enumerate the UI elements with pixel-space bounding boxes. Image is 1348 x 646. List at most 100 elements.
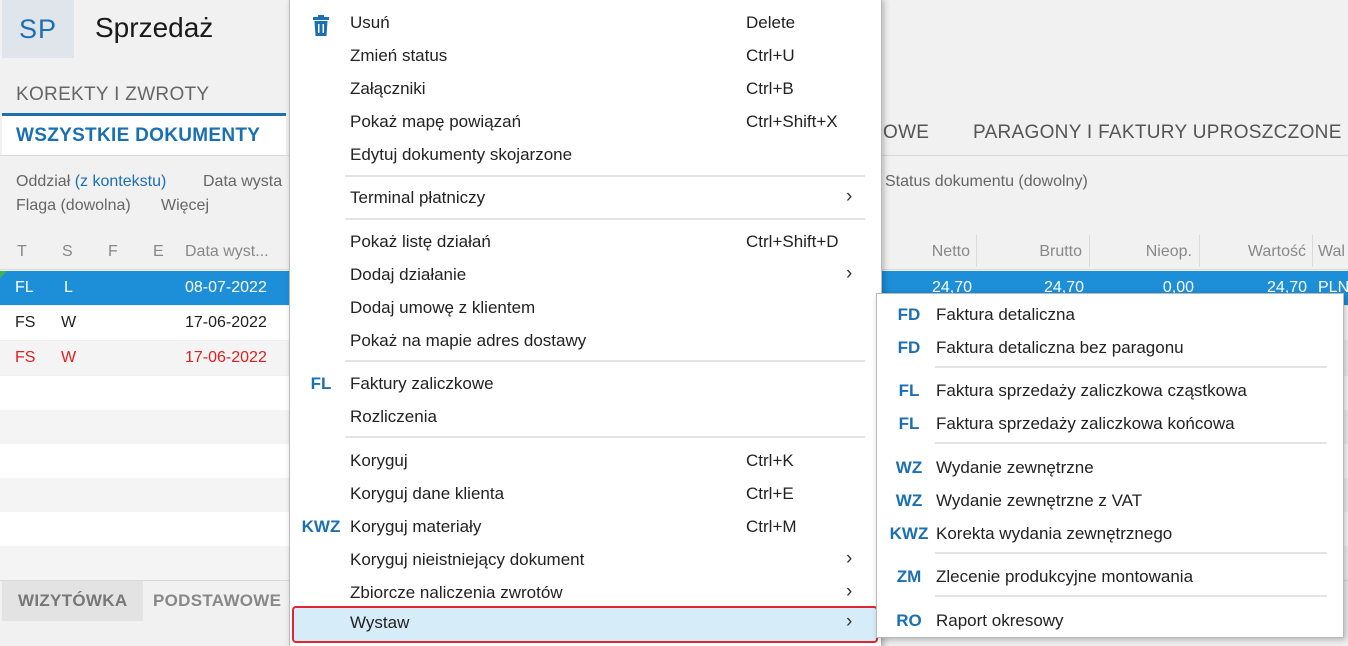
filter-wiecej[interactable]: Więcej [161, 197, 209, 215]
menu-item-mapa-adres[interactable]: Pokaż na mapie adres dostawy [290, 324, 881, 357]
submenu-item-zaliczkowa-czastkowa[interactable]: FL Faktura sprzedaży zaliczkowa cząstkow… [877, 372, 1343, 405]
menu-item-faktury-zaliczkowe[interactable]: FL Faktury zaliczkowe [290, 367, 881, 400]
menu-item-mapa-powiazan[interactable]: Pokaż mapę powiązań Ctrl+Shift+X [290, 105, 881, 138]
menu-label: Terminal płatniczy [350, 188, 486, 207]
tab-podstawowe[interactable]: PODSTAWOWE [153, 581, 281, 621]
col-waluta[interactable]: Wal [1318, 243, 1345, 261]
menu-shortcut: Ctrl+B [746, 79, 794, 98]
menu-label: Faktury zaliczkowe [350, 374, 494, 393]
submenu-item-wydanie-zewnetrzne[interactable]: WZ Wydanie zewnętrzne [877, 449, 1343, 482]
doc-type-icon-ro: RO [896, 611, 922, 630]
doc-type-icon-fl: FL [898, 381, 920, 400]
menu-item-dodaj-dzialanie[interactable]: Dodaj działanie › [290, 258, 881, 291]
doc-type-icon-wz: WZ [895, 491, 923, 510]
menu-label: Zmień status [350, 46, 448, 65]
cell-date: 08-07-2022 [185, 279, 267, 296]
cell-status: W [61, 349, 77, 366]
submenu-label: Faktura sprzedaży zaliczkowa końcowa [936, 414, 1235, 433]
menu-label: Koryguj [350, 451, 408, 470]
chevron-right-icon: › [846, 186, 853, 207]
submenu-item-faktura-detaliczna[interactable]: FD Faktura detaliczna [877, 296, 1343, 329]
menu-label: Koryguj materiały [350, 517, 482, 536]
cell-status: L [64, 279, 73, 296]
doc-type-icon-zm: ZM [896, 567, 922, 586]
menu-item-zmien-status[interactable]: Zmień status Ctrl+U [290, 39, 881, 72]
submenu-separator [935, 595, 1327, 597]
doc-type-icon-fl: FL [310, 374, 332, 393]
menu-item-koryguj-nieistniejacy[interactable]: Koryguj nieistniejący dokument › [290, 543, 881, 576]
submenu-item-faktura-detaliczna-bez-paragonu[interactable]: FD Faktura detaliczna bez paragonu [877, 329, 1343, 362]
submenu-label: Zlecenie produkcyjne montowania [936, 567, 1194, 586]
menu-separator [345, 218, 865, 220]
submenu-item-zlecenie-produkcyjne[interactable]: ZM Zlecenie produkcyjne montowania [877, 558, 1343, 591]
submenu-label: Wydanie zewnętrzne [936, 458, 1094, 477]
menu-label: Edytuj dokumenty skojarzone [350, 145, 573, 164]
filter-flaga[interactable]: Flaga (dowolna) [16, 197, 131, 215]
doc-type-icon-kwz: KWZ [889, 524, 929, 543]
menu-shortcut: Ctrl+Shift+X [746, 112, 838, 131]
subnav-korekty[interactable]: KOREKTY I ZWROTY [16, 84, 209, 106]
filter-status[interactable]: Status dokumentu (dowolny) [885, 173, 1088, 191]
col-brutto[interactable]: Brutto [990, 243, 1082, 261]
cell-type: FS [15, 314, 36, 331]
col-t[interactable]: T [17, 243, 27, 261]
chevron-right-icon: › [846, 548, 853, 569]
menu-separator [345, 436, 865, 438]
tab-partial[interactable]: OWE [883, 122, 929, 144]
filter-oddzial[interactable]: Oddział (z kontekstu) [16, 173, 166, 191]
submenu-label: Faktura detaliczna [936, 305, 1075, 324]
doc-type-icon-fd: FD [897, 338, 921, 357]
filter-data-wystawienia[interactable]: Data wysta [203, 173, 282, 191]
submenu-wystaw: FD Faktura detaliczna FD Faktura detalic… [876, 293, 1344, 638]
menu-item-usun[interactable]: Usuń Delete [290, 6, 881, 39]
tab-wszystkie-dokumenty[interactable]: WSZYSTKIE DOKUMENTY [2, 113, 286, 156]
chevron-right-icon: › [846, 263, 853, 284]
menu-shortcut: Ctrl+Shift+D [746, 232, 839, 251]
col-divider[interactable] [1089, 235, 1090, 267]
menu-item-koryguj[interactable]: Koryguj Ctrl+K [290, 444, 881, 477]
cell-date: 17-06-2022 [185, 314, 267, 331]
col-s[interactable]: S [62, 243, 73, 261]
menu-item-dodaj-umowe[interactable]: Dodaj umowę z klientem [290, 291, 881, 324]
col-nieop[interactable]: Nieop. [1100, 243, 1192, 261]
menu-item-koryguj-materialy[interactable]: KWZ Koryguj materiały Ctrl+M [290, 510, 881, 543]
submenu-item-korekta-wydania[interactable]: KWZ Korekta wydania zewnętrznego [877, 515, 1343, 548]
app-badge[interactable]: SP [2, 0, 74, 58]
menu-item-zalaczniki[interactable]: Załączniki Ctrl+B [290, 72, 881, 105]
menu-shortcut: Ctrl+M [746, 517, 797, 536]
menu-item-terminal[interactable]: Terminal płatniczy › [290, 181, 881, 214]
submenu-separator [935, 552, 1327, 554]
menu-item-lista-dzialan[interactable]: Pokaż listę działań Ctrl+Shift+D [290, 225, 881, 258]
col-wartosc[interactable]: Wartość [1210, 243, 1306, 261]
col-divider[interactable] [976, 235, 977, 267]
col-divider[interactable] [1199, 235, 1200, 267]
submenu-item-wydanie-zewnetrzne-vat[interactable]: WZ Wydanie zewnętrzne z VAT [877, 482, 1343, 515]
col-e[interactable]: E [153, 243, 164, 261]
chevron-right-icon: › [846, 581, 853, 602]
chevron-right-icon: › [846, 611, 853, 632]
col-data[interactable]: Data wyst... [185, 243, 269, 261]
doc-type-icon-kwz: KWZ [301, 517, 341, 536]
col-f[interactable]: F [108, 243, 118, 261]
cell-type: FS [15, 349, 36, 366]
submenu-item-zaliczkowa-koncowa[interactable]: FL Faktura sprzedaży zaliczkowa końcowa [877, 405, 1343, 438]
submenu-separator [935, 366, 1327, 368]
tab-label: WSZYSTKIE DOKUMENTY [16, 125, 261, 146]
menu-item-koryguj-dane-klienta[interactable]: Koryguj dane klienta Ctrl+E [290, 477, 881, 510]
menu-item-rozliczenia[interactable]: Rozliczenia [290, 400, 881, 433]
menu-label: Koryguj nieistniejący dokument [350, 550, 585, 569]
menu-shortcut: Ctrl+E [746, 484, 794, 503]
tab-paragony[interactable]: PARAGONY I FAKTURY UPROSZCZONE [973, 122, 1342, 144]
menu-item-zbiorcze-naliczenia[interactable]: Zbiorcze naliczenia zwrotów › [290, 576, 881, 609]
menu-label: Pokaż mapę powiązań [350, 112, 522, 131]
col-divider[interactable] [1312, 235, 1313, 267]
submenu-item-raport-okresowy[interactable]: RO Raport okresowy [877, 602, 1343, 635]
col-netto[interactable]: Netto [880, 243, 970, 261]
submenu-separator [935, 442, 1327, 444]
app-title: Sprzedaż [95, 12, 214, 43]
filter-oddzial-value[interactable]: (z kontekstu) [75, 173, 167, 190]
submenu-label: Faktura sprzedaży zaliczkowa cząstkowa [936, 381, 1247, 400]
tab-wizytowka[interactable]: WIZYTÓWKA [2, 581, 144, 621]
menu-item-wystaw[interactable]: Wystaw › [292, 606, 878, 643]
menu-item-edytuj-skojarzone[interactable]: Edytuj dokumenty skojarzone [290, 138, 881, 171]
